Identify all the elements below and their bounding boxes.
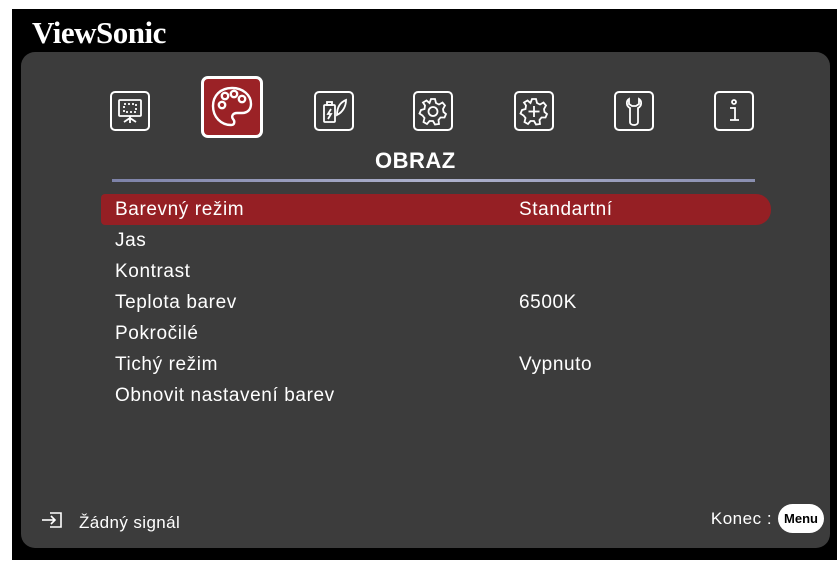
menu-item-brightness[interactable]: Jas — [101, 225, 771, 256]
tab-basic-settings[interactable] — [413, 91, 453, 131]
menu-item-advanced[interactable]: Pokročilé — [101, 318, 771, 349]
menu-item-quiet-mode[interactable]: Tichý režim Vypnuto — [101, 349, 771, 380]
menu-item-contrast[interactable]: Kontrast — [101, 256, 771, 287]
menu-item-value: Standartní — [519, 199, 613, 220]
menu-item-reset-color[interactable]: Obnovit nastavení barev — [101, 380, 771, 411]
menu-item-label: Kontrast — [115, 261, 191, 282]
tab-system[interactable] — [614, 91, 654, 131]
menu-item-value: 6500K — [519, 292, 577, 313]
advanced-gear-icon — [519, 96, 549, 126]
signal-text: Žádný signál — [79, 512, 181, 532]
tab-information[interactable] — [714, 91, 754, 131]
tab-image[interactable] — [201, 76, 263, 138]
menu-item-color-mode[interactable]: Barevný režim Standartní — [101, 194, 771, 225]
signal-status: Žádný signál — [41, 511, 180, 534]
exit-label: Konec : — [710, 508, 773, 528]
tab-power[interactable] — [314, 91, 354, 131]
gear-icon — [418, 96, 448, 126]
brand-logo: ViewSonic — [32, 15, 166, 50]
menu-item-label: Obnovit nastavení barev — [115, 385, 335, 406]
menu-item-value: Vypnuto — [519, 354, 593, 375]
menu-item-label: Tichý režim — [115, 354, 219, 375]
section-title: OBRAZ — [375, 148, 456, 173]
tab-display[interactable] — [110, 91, 150, 131]
tab-advanced-settings[interactable] — [514, 91, 554, 131]
menu-item-color-temperature[interactable]: Teplota barev 6500K — [101, 287, 771, 318]
menu-item-label: Teplota barev — [115, 292, 237, 313]
menu-button[interactable]: Menu — [778, 504, 824, 533]
power-eco-icon — [319, 96, 349, 126]
display-icon — [115, 96, 145, 126]
menu-item-label: Jas — [115, 230, 147, 251]
projector-osd: ViewSonic OBRAZ Barevný režim Standartní… — [12, 9, 837, 560]
divider — [112, 179, 755, 182]
info-icon — [719, 96, 749, 126]
menu-item-label: Pokročilé — [115, 323, 199, 344]
menu-panel: OBRAZ Barevný režim Standartní Jas Kontr… — [21, 52, 830, 548]
input-source-icon — [41, 511, 63, 534]
settings-menu: Barevný režim Standartní Jas Kontrast Te… — [101, 194, 771, 411]
wrench-icon — [619, 96, 649, 126]
palette-icon — [209, 84, 255, 130]
exit-hint: Konec : Menu — [711, 504, 824, 533]
menu-item-label: Barevný režim — [115, 199, 245, 220]
